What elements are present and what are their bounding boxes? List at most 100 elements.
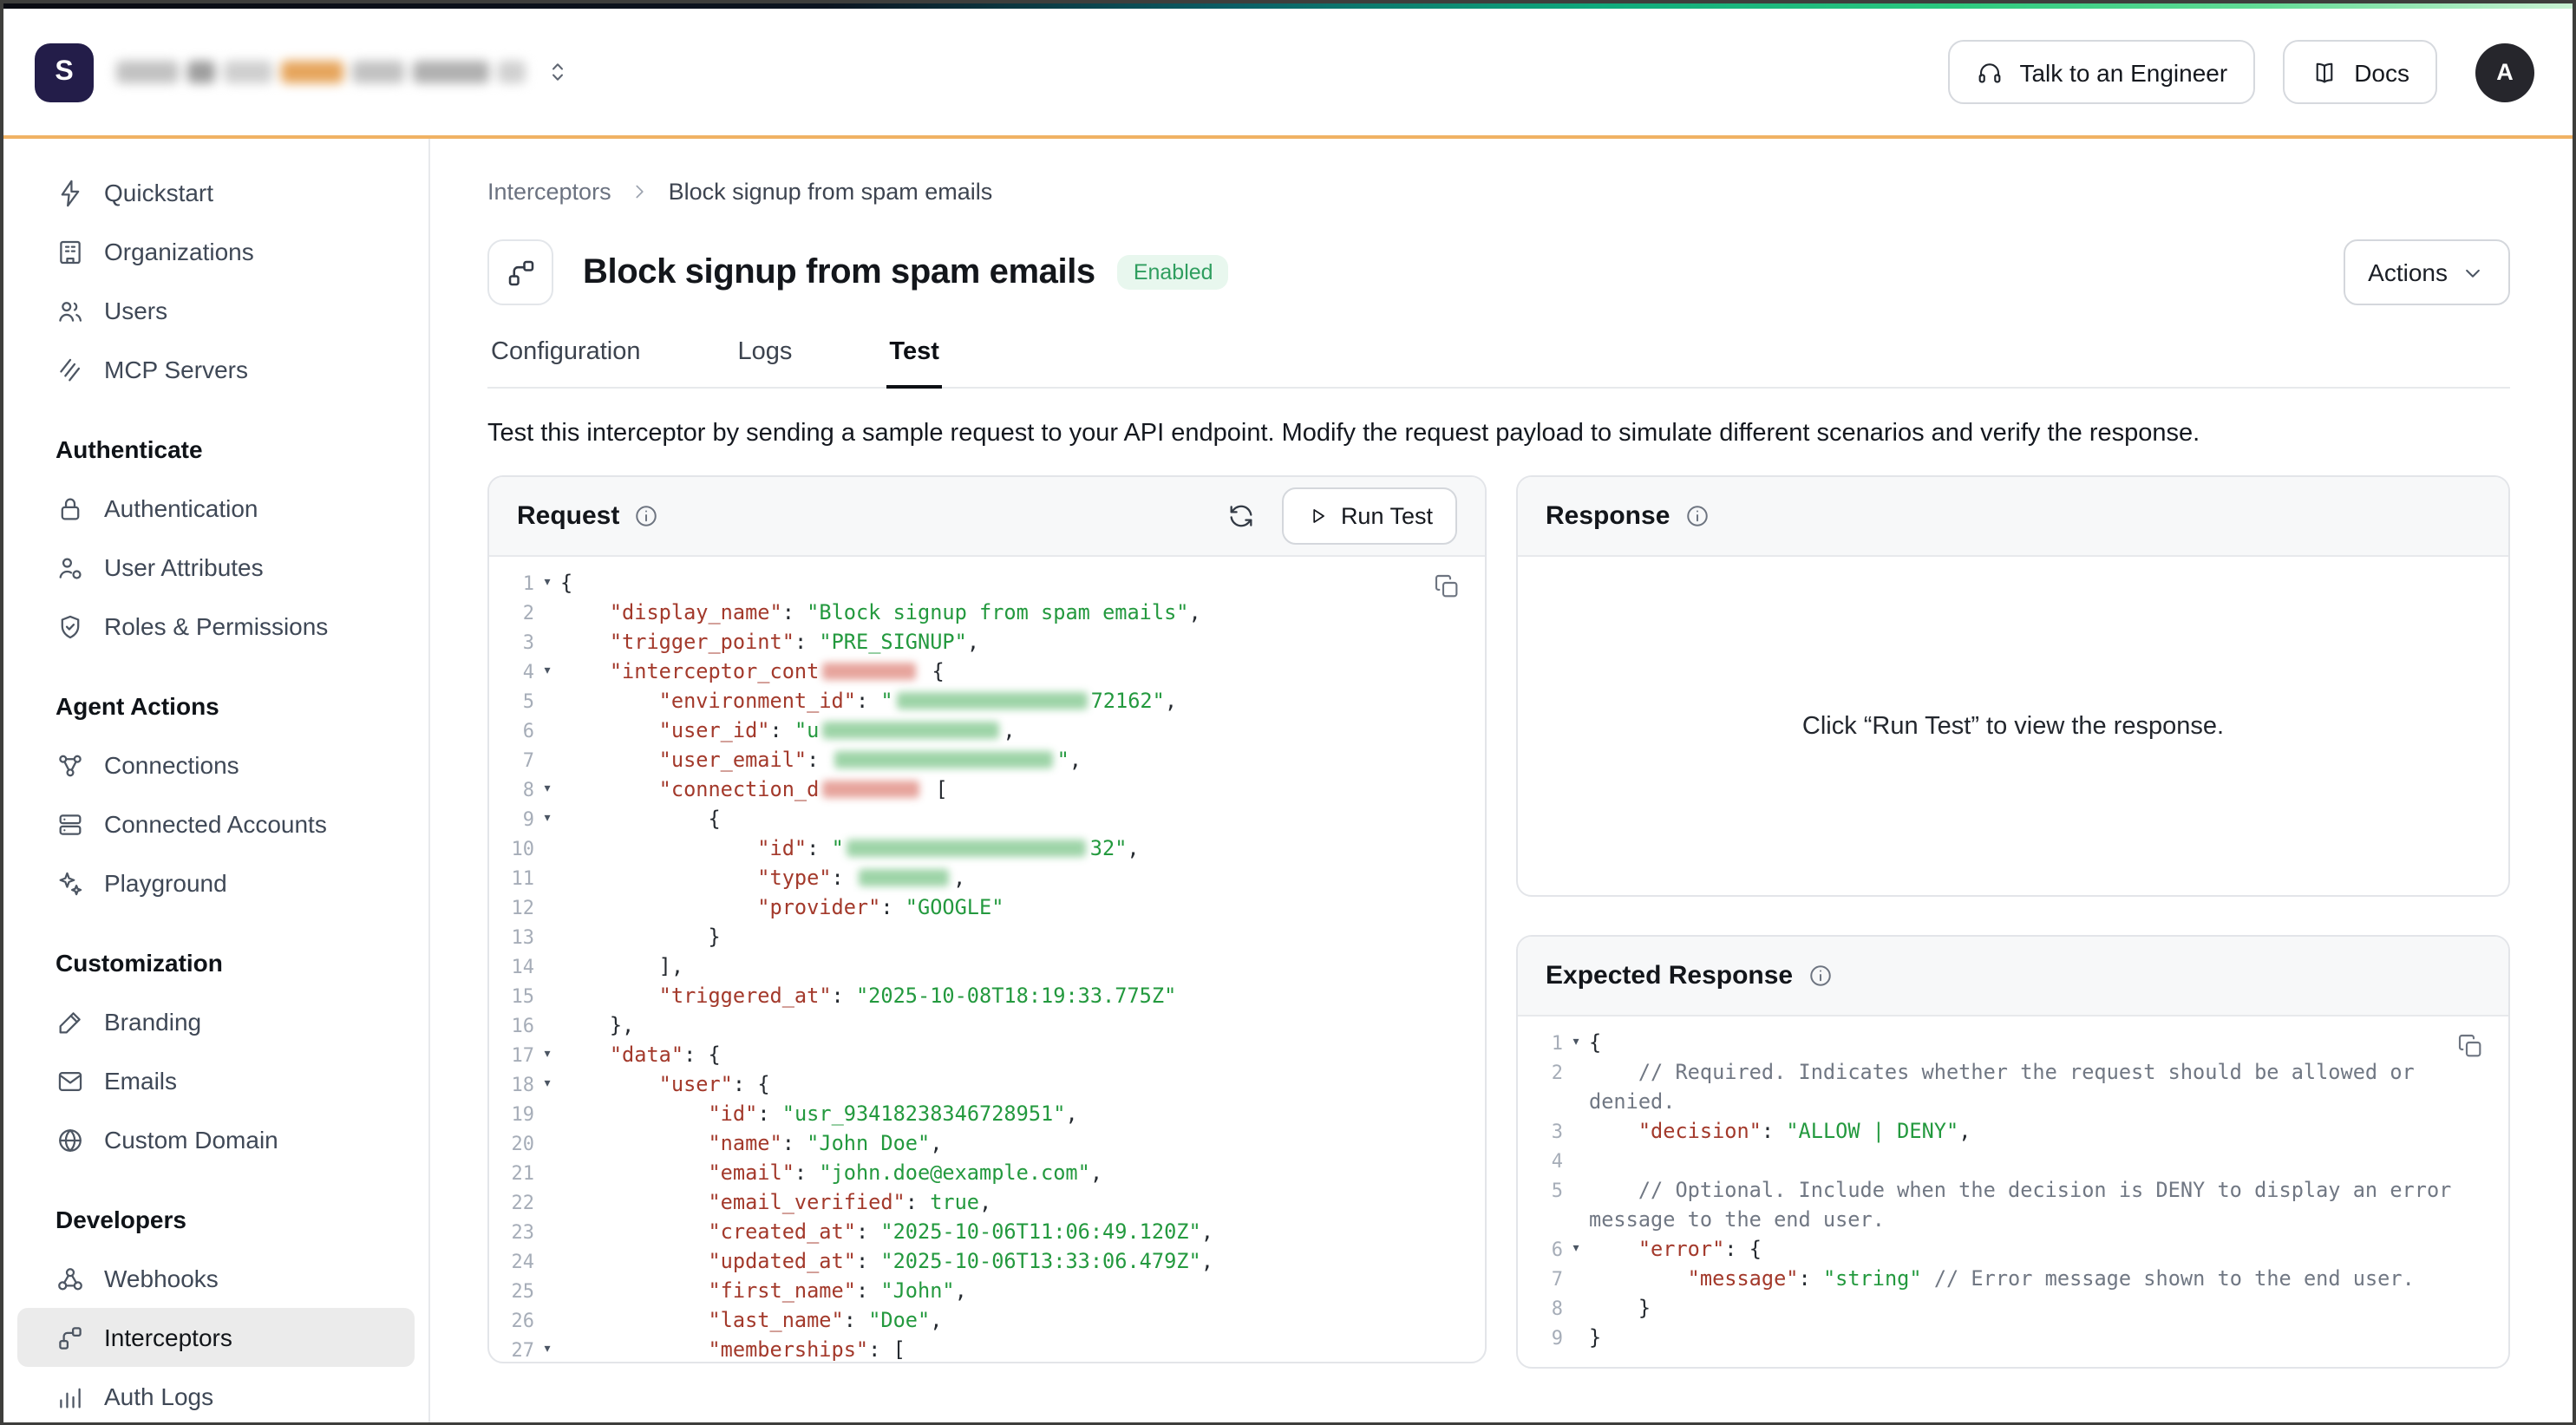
workspace-name-redacted[interactable] (116, 61, 526, 83)
line-number: 23 (489, 1218, 534, 1247)
line-number: 8 (489, 775, 534, 805)
flow-icon (56, 1323, 85, 1352)
sidebar-item-connected-accounts[interactable]: Connected Accounts (17, 794, 415, 853)
title-row: Block signup from spam emails Enabled Ac… (487, 239, 2510, 305)
tab-test[interactable]: Test (886, 330, 943, 387)
sidebar-item-emails[interactable]: Emails (17, 1051, 415, 1110)
response-panel: Response Click “Run Test” to view the re… (1516, 475, 2510, 897)
request-code-editor[interactable]: 1▾{2 "display_name": "Block signup from … (489, 557, 1485, 1363)
line-number: 19 (489, 1100, 534, 1129)
line-number: 1 (489, 569, 534, 598)
code-line: 17▾ "data": { (489, 1041, 1485, 1070)
brush-icon (56, 1007, 85, 1036)
sidebar-item-connections[interactable]: Connections (17, 735, 415, 794)
fold-arrow-icon[interactable]: ▾ (534, 805, 560, 834)
code-line: 1▾{ (489, 569, 1485, 598)
sidebar-item-custom-domain[interactable]: Custom Domain (17, 1110, 415, 1169)
code-line: 9▾ { (489, 805, 1485, 834)
sidebar-item-mcp-servers[interactable]: MCP Servers (17, 340, 415, 399)
status-badge: Enabled (1118, 255, 1229, 290)
fold-arrow-icon[interactable]: ▾ (534, 1041, 560, 1070)
expected-response-code: 1▾{2 // Required. Indicates whether the … (1518, 1029, 2508, 1353)
fold-arrow-icon[interactable]: ▾ (534, 775, 560, 805)
sidebar-item-roles-permissions[interactable]: Roles & Permissions (17, 597, 415, 656)
sidebar-item-users[interactable]: Users (17, 281, 415, 340)
play-icon (1306, 505, 1329, 527)
chevron-down-icon (2460, 259, 2486, 285)
code-line: 3 "decision": "ALLOW | DENY", (1518, 1117, 2508, 1147)
code-line: 21 "email": "john.doe@example.com", (489, 1159, 1485, 1188)
sparkles-icon (56, 868, 85, 898)
page-description: Test this interceptor by sending a sampl… (487, 420, 2510, 448)
redacted-text (352, 61, 404, 83)
line-number: 15 (489, 982, 534, 1011)
code-line: 1▾{ (1518, 1029, 2508, 1058)
line-number: 2 (489, 598, 534, 628)
sidebar-item-quickstart[interactable]: Quickstart (17, 163, 415, 222)
tab-logs[interactable]: Logs (735, 330, 796, 387)
fold-arrow-icon[interactable]: ▾ (534, 1070, 560, 1100)
chevrons-updown-icon[interactable] (545, 59, 571, 85)
redacted-text (281, 61, 343, 83)
breadcrumb-parent[interactable]: Interceptors (487, 179, 611, 205)
fold-arrow-icon[interactable]: ▾ (534, 1336, 560, 1363)
sidebar-item-interceptors[interactable]: Interceptors (17, 1308, 415, 1367)
info-icon[interactable] (1807, 963, 1833, 989)
reset-request-button[interactable] (1226, 501, 1256, 531)
talk-to-engineer-button[interactable]: Talk to an Engineer (1948, 40, 2255, 104)
sidebar-item-authentication[interactable]: Authentication (17, 479, 415, 538)
fold-arrow-icon (1563, 1058, 1589, 1117)
code-line: 25 "first_name": "John", (489, 1277, 1485, 1306)
info-icon[interactable] (1684, 503, 1710, 529)
header-actions: Talk to an Engineer Docs A (1948, 40, 2534, 104)
fold-arrow-icon[interactable]: ▾ (1563, 1029, 1589, 1058)
actions-button[interactable]: Actions (2344, 239, 2510, 305)
sidebar-item-auth-logs[interactable]: Auth Logs (17, 1367, 415, 1422)
info-icon[interactable] (633, 503, 659, 529)
app-header: S Talk to an Engineer Docs A (3, 9, 2573, 139)
line-number: 2 (1518, 1058, 1563, 1117)
fold-arrow-icon[interactable]: ▾ (1563, 1235, 1589, 1265)
globe-icon (56, 1125, 85, 1154)
sidebar-item-organizations[interactable]: Organizations (17, 222, 415, 281)
line-number: 17 (489, 1041, 534, 1070)
sidebar-section-header-authenticate: Authenticate (17, 420, 415, 479)
sidebar-item-label: Auth Logs (104, 1383, 213, 1410)
code-line: 4▾ "interceptor_cont { (489, 657, 1485, 687)
sidebar-item-branding[interactable]: Branding (17, 992, 415, 1051)
tab-configuration[interactable]: Configuration (487, 330, 644, 387)
redacted-text (822, 781, 919, 798)
code-line: 2 // Required. Indicates whether the req… (1518, 1058, 2508, 1117)
fold-arrow-icon[interactable]: ▾ (534, 657, 560, 687)
sidebar-item-webhooks[interactable]: Webhooks (17, 1249, 415, 1308)
code-line: 5 "environment_id": "72162", (489, 687, 1485, 716)
panels-row: Request Run Test (487, 475, 2510, 1369)
request-panel-actions: Run Test (1226, 487, 1457, 545)
user-avatar[interactable]: A (2475, 42, 2534, 101)
sidebar-item-label: Quickstart (104, 179, 213, 206)
breadcrumb: Interceptors Block signup from spam emai… (487, 179, 2510, 205)
sidebar-item-label: Users (104, 297, 167, 324)
line-number: 7 (489, 746, 534, 775)
copy-button[interactable] (2456, 1032, 2484, 1060)
sidebar-section-header-agent-actions: Agent Actions (17, 677, 415, 735)
run-test-button[interactable]: Run Test (1282, 487, 1457, 545)
copy-button[interactable] (1433, 572, 1461, 600)
line-number: 20 (489, 1129, 534, 1159)
redacted-text (847, 840, 1087, 857)
chevron-right-icon (629, 180, 651, 203)
line-number: 4 (1518, 1147, 1563, 1176)
sidebar-item-playground[interactable]: Playground (17, 853, 415, 912)
code-line: 8 } (1518, 1294, 2508, 1324)
line-number: 4 (489, 657, 534, 687)
sidebar-item-user-attributes[interactable]: User Attributes (17, 538, 415, 597)
sidebar-item-label: Branding (104, 1008, 201, 1036)
fold-arrow-icon (534, 982, 560, 1011)
flow-icon (504, 256, 537, 289)
redacted-text (413, 61, 489, 83)
workspace-logo[interactable]: S (35, 42, 94, 101)
redacted-text (897, 692, 1088, 709)
sidebar-item-label: MCP Servers (104, 356, 248, 383)
fold-arrow-icon[interactable]: ▾ (534, 569, 560, 598)
docs-button[interactable]: Docs (2283, 40, 2437, 104)
